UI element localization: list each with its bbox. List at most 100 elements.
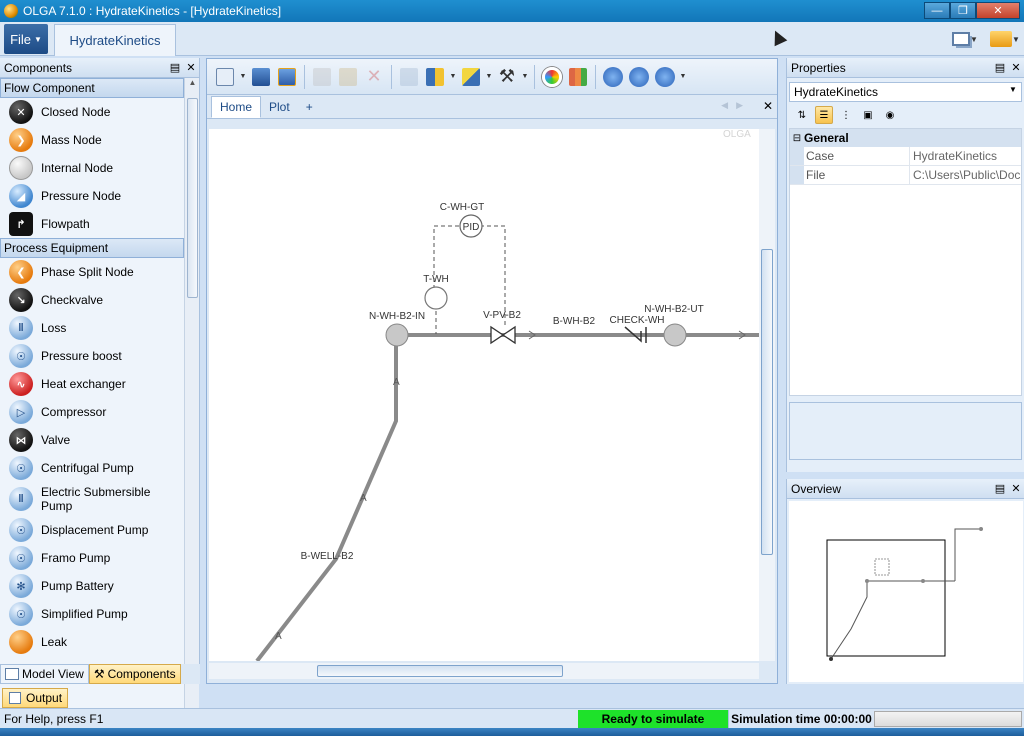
component-mass-node[interactable]: ❯ Mass Node [0,126,184,154]
component-centrifugal-pump[interactable]: ☉ Centrifugal Pump [0,454,184,482]
events-button[interactable]: ▣ [859,106,877,124]
simulate-dropdown[interactable]: ▼ [679,65,687,89]
process-diagram: OLGA A A A PID C-WH-GT T-WH N-WH-B2-IN N… [255,129,759,661]
pin-icon[interactable]: ▤ [992,61,1008,74]
tab-model-view[interactable]: Model View [0,664,89,684]
node-n-wh-b2-in[interactable] [385,323,409,347]
properties-tool-button[interactable] [213,65,237,89]
properties-object-select[interactable]: HydrateKinetics ▼ [789,82,1022,102]
overview-area[interactable] [789,501,1023,682]
close-document-icon[interactable]: ✕ [763,99,773,113]
canvas-horizontal-scrollbar[interactable] [209,663,759,679]
output-tab[interactable]: Output [2,688,68,708]
plot-tool-button[interactable] [566,65,590,89]
transmitter-t-wh[interactable] [424,286,448,310]
select-dropdown[interactable]: ▼ [485,65,493,89]
select-button[interactable] [459,65,483,89]
displacement-pump-icon: ☉ [9,518,33,542]
flow-marker: A [360,493,367,504]
add-tab-button[interactable]: + [298,96,321,118]
esp-icon: ‖ [9,487,33,511]
canvas-hscroll-thumb[interactable] [317,665,563,677]
verify-button[interactable] [540,65,564,89]
valve-v-pv-b2[interactable] [490,325,516,345]
component-pressure-boost[interactable]: ☉ Pressure boost [0,342,184,370]
window-layout-button[interactable]: ▼ [948,26,982,52]
signal-line-valve [480,225,506,279]
edit-button[interactable] [397,65,421,89]
copy-button[interactable] [310,65,334,89]
tab-home[interactable]: Home [211,96,262,118]
component-internal-node[interactable]: Internal Node [0,154,184,182]
save-as-icon [278,67,296,86]
arrange-button[interactable] [423,65,447,89]
close-window-button[interactable]: ✕ [976,2,1020,19]
pipe-b-well-b2[interactable] [255,335,398,661]
canvas-vertical-scrollbar[interactable] [759,129,775,661]
flowpath-icon: ↱ [9,212,33,236]
components-scroll-thumb[interactable] [187,98,198,298]
component-pump-battery[interactable]: ✻ Pump Battery [0,572,184,600]
component-framo-pump[interactable]: ☉ Framo Pump [0,544,184,572]
valve-icon: ⋈ [9,428,33,452]
component-esp[interactable]: ‖ Electric Submersible Pump [0,482,184,516]
overview-panel: Overview ▤ ✕ [786,479,1024,684]
minimize-button[interactable]: — [924,2,950,19]
maximize-button[interactable]: ❐ [950,2,976,19]
delete-button[interactable]: ✕ [362,65,386,89]
tools-dropdown[interactable]: ▼ [521,65,529,89]
save-as-button[interactable] [275,65,299,89]
run-button[interactable] [601,65,625,89]
component-simplified-pump[interactable]: ☉ Simplified Pump [0,600,184,628]
property-category-general[interactable]: ⊟ General [790,129,1021,147]
tab-components[interactable]: ⚒ Components [88,664,181,684]
pin-icon[interactable]: ▤ [992,482,1008,495]
close-icon[interactable]: ✕ [1008,61,1024,74]
internal-node-icon [9,156,33,180]
simulation-time: Simulation time 00:00:00 [728,709,874,728]
label-check-wh: CHECK-WH [610,315,665,326]
component-checkvalve[interactable]: ↘ Checkvalve [0,286,184,314]
close-icon[interactable]: ✕ [183,61,199,74]
globe-button[interactable]: ◉ [881,106,899,124]
category-process-equipment[interactable]: Process Equipment [0,238,184,258]
components-scrollbar[interactable]: ▲ ▼ [184,78,199,720]
category-flow-component[interactable]: Flow Component [0,78,184,98]
component-loss[interactable]: ‖ Loss [0,314,184,342]
node-n-wh-b2-ut[interactable] [663,323,687,347]
component-phase-split-node[interactable]: ❮ Phase Split Node [0,258,184,286]
canvas-vscroll-thumb[interactable] [761,249,773,555]
scroll-up-icon[interactable]: ▲ [185,78,200,92]
component-pressure-node[interactable]: ◢ Pressure Node [0,182,184,210]
component-displacement-pump[interactable]: ☉ Displacement Pump [0,516,184,544]
component-heat-exchanger[interactable]: ∿ Heat exchanger [0,370,184,398]
arrange-dropdown[interactable]: ▼ [449,65,457,89]
tab-scroll-arrows[interactable]: ◀▶ [721,100,751,111]
close-icon[interactable]: ✕ [1008,482,1024,495]
component-valve[interactable]: ⋈ Valve [0,426,184,454]
property-row-file[interactable]: File C:\Users\Public\Docu [790,166,1021,185]
categorized-button[interactable]: ☰ [815,106,833,124]
pin-icon[interactable]: ▤ [167,61,183,74]
paste-button[interactable] [336,65,360,89]
ribbon-tab-hydratekinetics[interactable]: HydrateKinetics [54,24,176,56]
component-compressor[interactable]: ▷ Compressor [0,398,184,426]
save-button[interactable] [249,65,273,89]
save-icon [252,67,270,86]
property-pages-button[interactable]: ⋮ [837,106,855,124]
file-menu-button[interactable]: File ▼ [4,24,48,54]
component-closed-node[interactable]: ✕ Closed Node [0,98,184,126]
component-leak[interactable]: Leak [0,628,184,656]
collapse-icon[interactable]: ⊟ [790,133,804,144]
sort-alphabetical-button[interactable]: ⇅ [793,106,811,124]
property-row-case[interactable]: Case HydrateKinetics [790,147,1021,166]
simulate-button[interactable] [653,65,677,89]
label-b-well-b2: B-WELL-B2 [301,551,354,562]
properties-dropdown[interactable]: ▼ [239,65,247,89]
step-button[interactable] [627,65,651,89]
tab-plot[interactable]: Plot [261,96,298,118]
diagram-canvas[interactable]: OLGA A A A PID C-WH-GT T-WH N-WH-B2-IN N… [209,129,759,661]
open-folder-button[interactable]: ▼ [988,26,1022,52]
component-flowpath[interactable]: ↱ Flowpath [0,210,184,238]
tools-button[interactable]: ⚒ [495,65,519,89]
